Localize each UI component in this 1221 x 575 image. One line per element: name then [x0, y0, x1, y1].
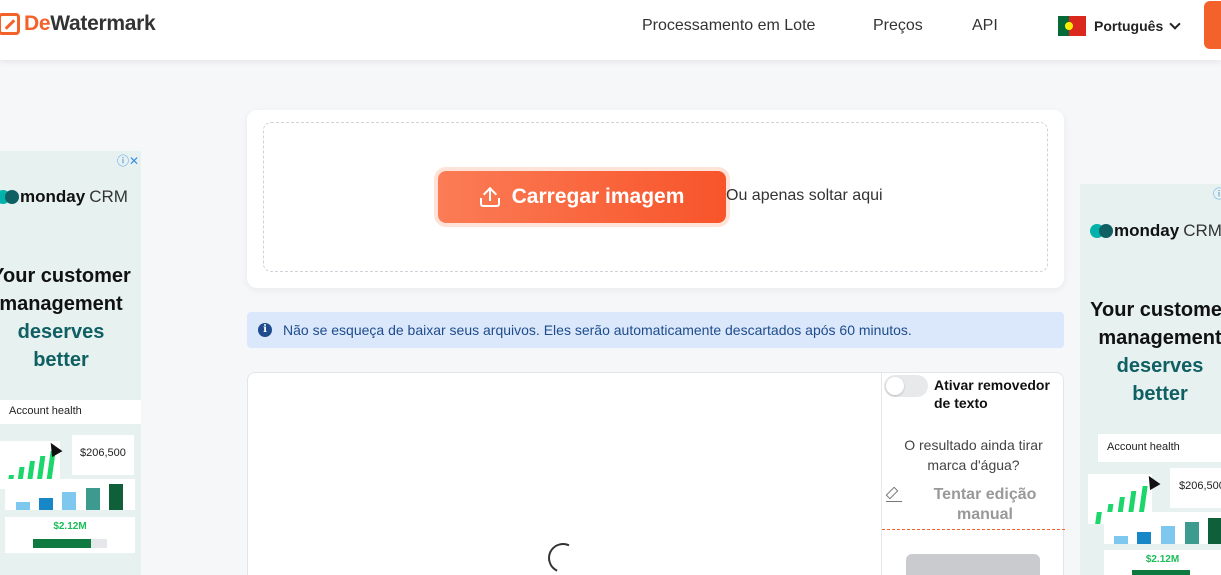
monday-logo-icon — [0, 190, 19, 204]
eraser-icon — [885, 486, 902, 502]
watermark-question: O resultado ainda tirar marca d'água? — [904, 437, 1043, 473]
logo-icon — [0, 13, 20, 35]
nav-api[interactable]: API — [972, 17, 998, 35]
ad-info-icon[interactable]: ⓘ — [1213, 185, 1221, 202]
portugal-flag-icon — [1058, 16, 1086, 36]
language-label: Português — [1094, 18, 1164, 34]
ad-info-close-icon[interactable]: ⓘ✕ — [117, 152, 139, 169]
ad-card-title-right: Account health — [1098, 434, 1221, 462]
info-notice: i Não se esqueça de baixar seus arquivos… — [247, 312, 1064, 348]
ad-headline-right: Your customer management deserves better — [1090, 299, 1221, 405]
ad-amount-2-right: $2.12M — [1104, 550, 1221, 575]
language-selector[interactable]: Português — [1058, 16, 1181, 36]
top-header: DeWatermark Processamento em Lote Preços… — [0, 0, 1221, 60]
info-icon: i — [258, 323, 272, 337]
ad-amount-right: $206,500 — [1170, 468, 1221, 508]
ad-brand: monday CRM — [0, 187, 128, 207]
ad-bar-chart-right — [1104, 512, 1221, 544]
text-remover-label: Ativar removedor de texto — [934, 377, 1050, 411]
logo-prefix: De — [24, 12, 51, 35]
upload-icon — [479, 186, 500, 207]
image-preview — [248, 373, 882, 575]
ad-amount-2: $2.12M — [5, 517, 135, 553]
nav-batch-processing[interactable]: Processamento em Lote — [642, 17, 815, 35]
logo[interactable]: DeWatermark — [0, 12, 156, 36]
ad-amount: $206,500 — [72, 435, 134, 475]
upload-image-button[interactable]: Carregar imagem — [438, 171, 726, 223]
loading-spinner-icon — [543, 538, 583, 575]
ad-right[interactable]: ⓘ monday CRM Your customer management des… — [1080, 184, 1221, 575]
text-remover-toggle[interactable] — [884, 375, 928, 397]
monday-logo-icon — [1090, 224, 1113, 238]
drop-hint: Ou apenas soltar aqui — [726, 187, 883, 204]
drop-zone[interactable]: Carregar imagem Ou apenas soltar aqui — [263, 122, 1048, 272]
notice-text: Não se esqueça de baixar seus arquivos. … — [283, 322, 912, 338]
chevron-down-icon — [1169, 18, 1181, 30]
upload-button-label: Carregar imagem — [511, 185, 685, 208]
download-button[interactable] — [906, 554, 1040, 575]
nav-pricing[interactable]: Preços — [873, 17, 923, 35]
result-panel: Ativar removedor de texto O resultado ai… — [247, 372, 1065, 575]
ad-card-title: Account health — [0, 400, 141, 424]
ad-headline: Your customer management deserves better — [0, 265, 131, 371]
result-sidebar: Ativar removedor de texto O resultado ai… — [882, 373, 1065, 575]
dashed-divider — [882, 529, 1065, 530]
ad-left[interactable]: ⓘ✕ monday CRM Your customer management de… — [0, 151, 141, 575]
upload-card: Carregar imagem Ou apenas soltar aqui — [247, 110, 1064, 288]
manual-edit-button[interactable]: Tentar edição manual — [910, 485, 1060, 525]
ad-bar-chart — [5, 479, 135, 510]
header-cta-button[interactable] — [1204, 1, 1221, 49]
ad-brand-right: monday CRM — [1090, 221, 1221, 241]
logo-suffix: Watermark — [50, 12, 156, 35]
